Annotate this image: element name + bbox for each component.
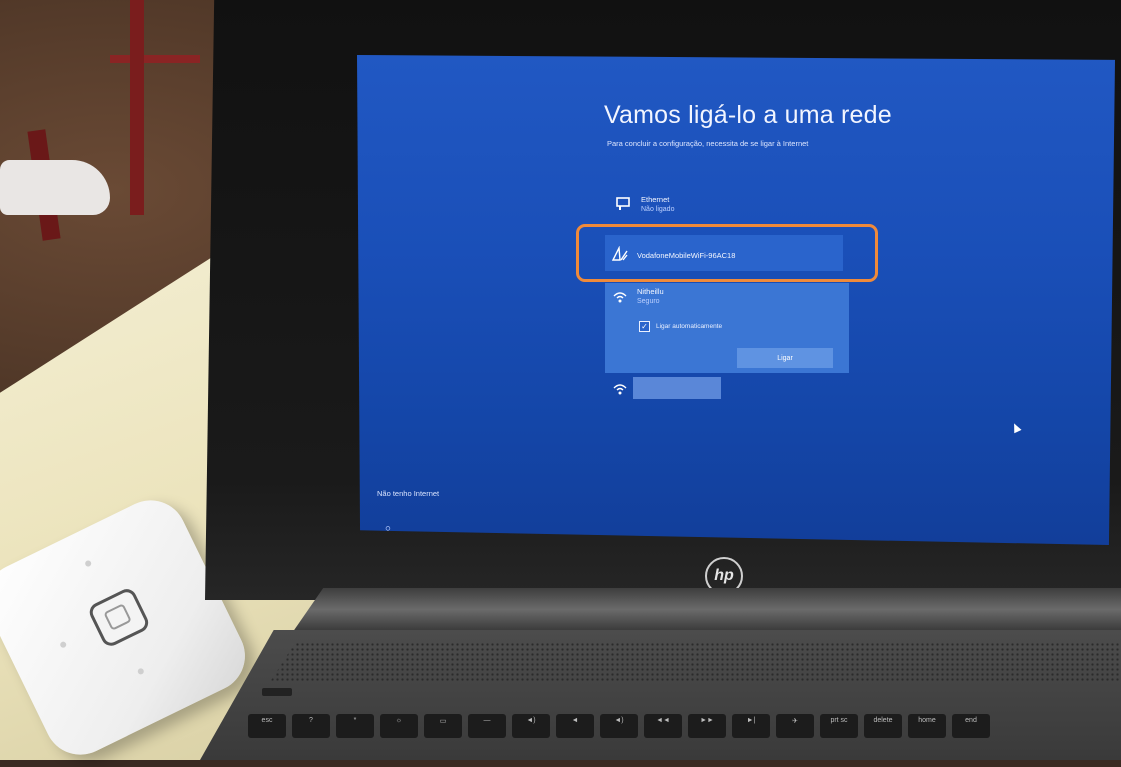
- network-item-hidden[interactable]: [611, 379, 629, 397]
- modem-button-icon: [103, 603, 132, 631]
- wifi-secured-icon: [611, 379, 629, 397]
- wifi-secured-icon: [611, 287, 629, 305]
- key-f12[interactable]: ✈: [776, 714, 814, 738]
- key-home[interactable]: home: [908, 714, 946, 738]
- auto-connect-checkbox[interactable]: ✓: [639, 321, 650, 332]
- auto-connect-label: Ligar automaticamente: [656, 323, 723, 330]
- ethernet-icon: [615, 195, 633, 213]
- redacted-network-name: [633, 377, 721, 399]
- speaker-grille: [270, 642, 1121, 682]
- modem-led: [136, 667, 145, 676]
- network-item-wifi[interactable]: Nitheillu Seguro: [611, 287, 664, 305]
- network-expanded-panel: Nitheillu Seguro ✓ Ligar automaticamente…: [605, 283, 849, 373]
- key-f5[interactable]: —: [468, 714, 506, 738]
- modem-power-button[interactable]: [86, 585, 152, 650]
- power-button[interactable]: [262, 688, 292, 696]
- modem-led: [59, 640, 68, 649]
- key-f1[interactable]: ?: [292, 714, 330, 738]
- key-f2[interactable]: *: [336, 714, 374, 738]
- key-f4[interactable]: ▭: [424, 714, 462, 738]
- key-f11[interactable]: ►|: [732, 714, 770, 738]
- laptop-hinge: [290, 588, 1121, 636]
- connect-button[interactable]: Ligar: [737, 348, 833, 368]
- modem-led: [84, 559, 93, 568]
- network-status: Não ligado: [641, 206, 675, 213]
- key-f10[interactable]: ►►: [688, 714, 726, 738]
- key-end[interactable]: end: [952, 714, 990, 738]
- key-esc[interactable]: esc: [248, 714, 286, 738]
- auto-connect-checkbox-row[interactable]: ✓ Ligar automaticamente: [639, 321, 722, 332]
- laptop-screen: Vamos ligá-lo a uma rede Para concluir a…: [357, 55, 1115, 545]
- network-name: Ethernet: [641, 195, 670, 204]
- shoe: [0, 160, 110, 215]
- network-name: Nitheillu: [637, 287, 664, 296]
- key-f7[interactable]: ◄: [556, 714, 594, 738]
- network-item-ethernet[interactable]: Ethernet Não ligado: [615, 195, 674, 213]
- chair-leg: [130, 0, 144, 215]
- key-f9[interactable]: ◄◄: [644, 714, 682, 738]
- page-title: Vamos ligá-lo a uma rede: [604, 101, 892, 129]
- key-f3[interactable]: ☼: [380, 714, 418, 738]
- key-delete[interactable]: delete: [864, 714, 902, 738]
- chair-bar: [110, 55, 200, 63]
- no-internet-link[interactable]: Não tenho Internet: [377, 489, 439, 498]
- highlight-annotation-box: [576, 224, 878, 282]
- key-f6[interactable]: ◄): [512, 714, 550, 738]
- key-f8[interactable]: ◄): [600, 714, 638, 738]
- key-prtsc[interactable]: prt sc: [820, 714, 858, 738]
- keyboard-top-row: esc ? * ☼ ▭ — ◄) ◄ ◄) ◄◄ ►► ►| ✈ prt sc …: [248, 714, 990, 738]
- mouse-cursor-icon: [1010, 421, 1022, 434]
- network-status: Seguro: [637, 298, 660, 305]
- page-subtitle: Para concluir a configuração, necessita …: [607, 139, 809, 148]
